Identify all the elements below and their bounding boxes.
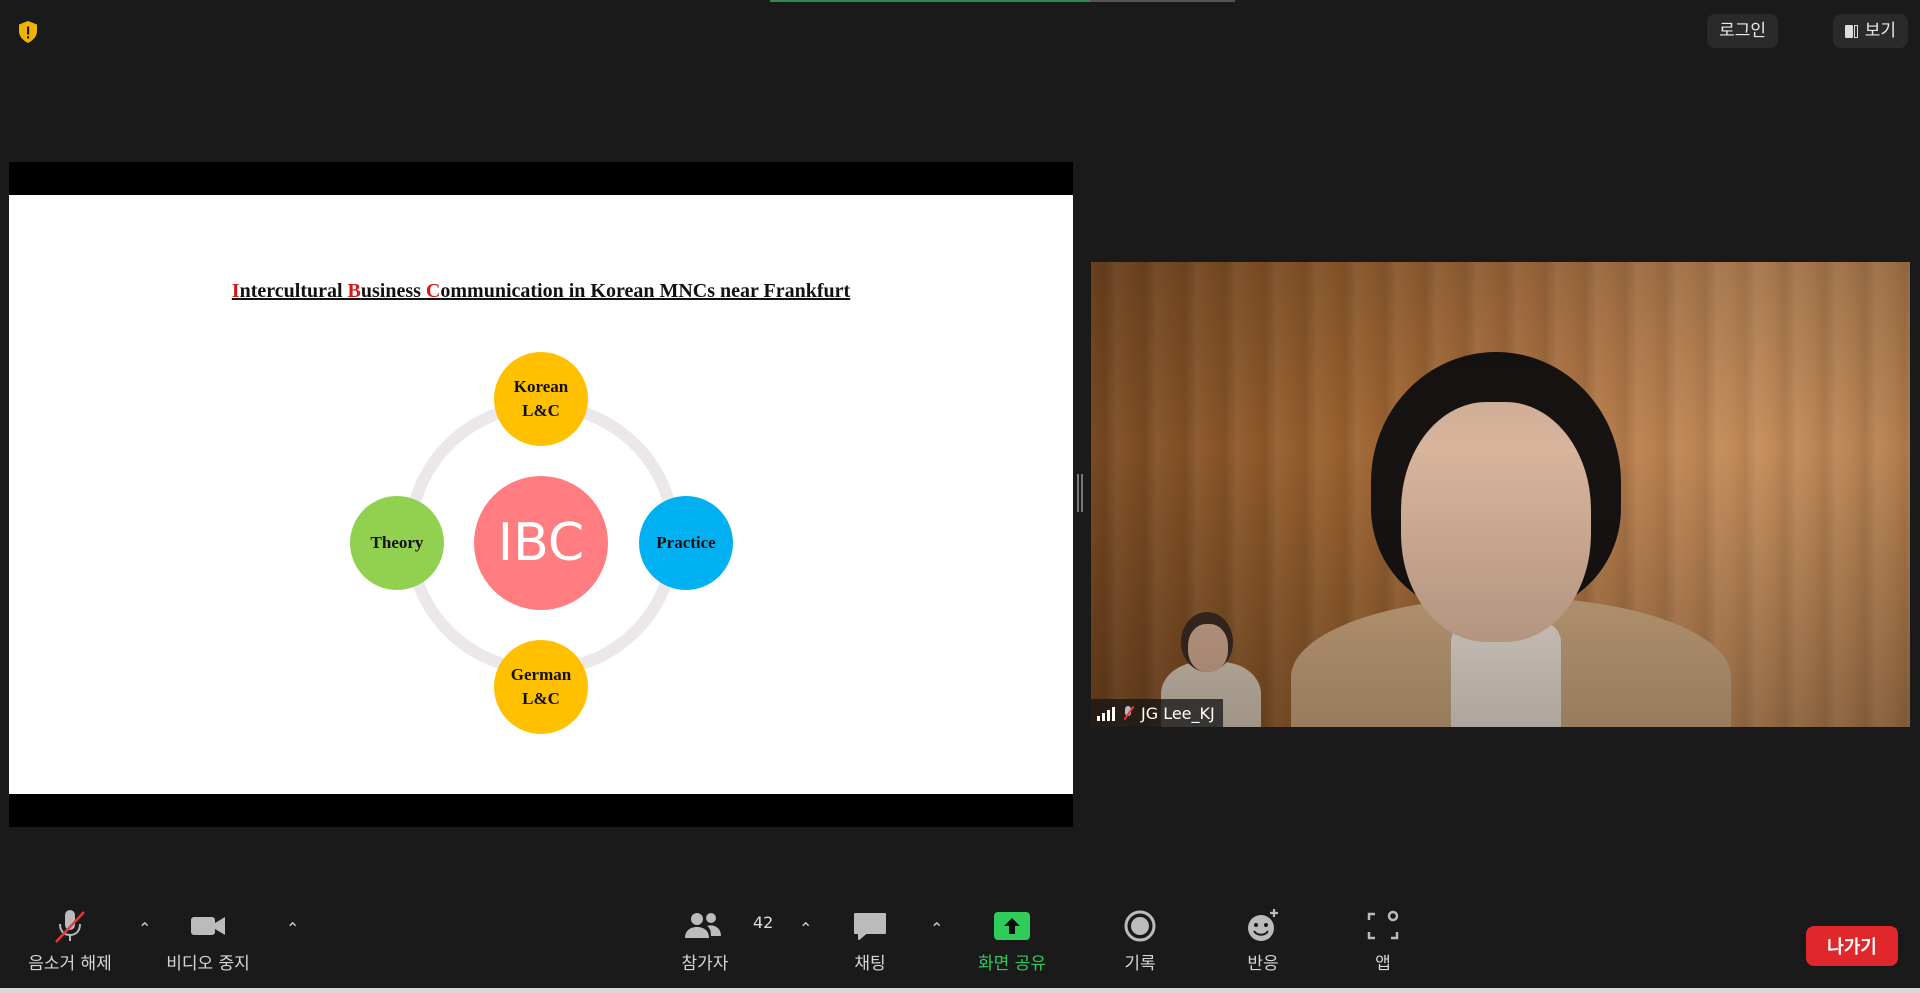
participant-name-tag: JG Lee_KJ: [1091, 699, 1223, 727]
node-practice-label: Practice: [656, 533, 716, 552]
record-label: 기록: [1124, 954, 1156, 974]
unmute-button[interactable]: ⌃ 음소거 해제: [20, 905, 151, 985]
video-camera-icon: [191, 917, 225, 935]
meeting-controls-toolbar: ⌃ 음소거 해제 ⌃ 비디오 중지 42 ⌃ 참가자 ⌃ 채팅 화면 공유 기록…: [0, 905, 1920, 993]
node-ibc-label: IBC: [497, 513, 585, 573]
chat-button[interactable]: ⌃ 채팅: [825, 905, 943, 985]
apps-label: 앱: [1375, 954, 1391, 974]
view-layout-icon: [1844, 23, 1859, 39]
slide-title-part: I: [231, 280, 240, 302]
top-bar: 로그인 보기: [0, 0, 1920, 60]
mic-muted-icon: [1121, 705, 1135, 721]
security-shield-icon[interactable]: [14, 18, 42, 46]
node-german-lc: German L&C: [494, 640, 588, 734]
participants-label: 참가자: [681, 954, 729, 974]
node-practice: Practice: [639, 496, 733, 590]
slide-title-part: ommunication in Korean MNCs near Frankfu…: [440, 280, 851, 302]
slide-title-part: C: [425, 280, 441, 302]
reactions-button[interactable]: 반응: [1218, 905, 1308, 985]
view-button-label: 보기: [1864, 21, 1896, 41]
participants-options-chevron-up-icon[interactable]: ⌃: [799, 919, 812, 938]
node-german-line2: L&C: [522, 689, 560, 708]
presentation-slide: Intercultural Business Communication in …: [9, 195, 1073, 794]
taskbar-edge: [0, 988, 1920, 993]
node-korean-line1: Korean: [513, 377, 569, 396]
participant-name: JG Lee_KJ: [1141, 703, 1215, 723]
node-korean-lc: Korean L&C: [494, 352, 588, 446]
mic-muted-icon: [55, 910, 85, 943]
top-progress-track: [1090, 0, 1235, 2]
audio-options-chevron-up-icon[interactable]: ⌃: [138, 919, 151, 938]
video-shading: [1091, 262, 1910, 727]
unmute-label: 음소거 해제: [28, 954, 112, 974]
record-button[interactable]: 기록: [1095, 905, 1185, 985]
apps-icon: [1367, 910, 1399, 940]
participants-button[interactable]: 42 ⌃ 참가자: [660, 905, 812, 985]
chat-options-chevron-up-icon[interactable]: ⌃: [930, 919, 943, 938]
screen-share-area: Intercultural Business Communication in …: [9, 162, 1073, 827]
node-theory-label: Theory: [370, 533, 424, 552]
slide-title-part: ntercultural: [239, 280, 348, 302]
reaction-smiley-icon: [1248, 909, 1278, 941]
slide-title-part: B: [347, 280, 361, 302]
split-view-resize-handle[interactable]: [1077, 474, 1083, 512]
chat-bubble-icon: [854, 913, 886, 940]
slide-title-part: usiness: [360, 280, 426, 302]
top-progress-indicator: [770, 0, 1090, 2]
node-ibc-center: IBC: [474, 476, 608, 610]
record-icon: [1124, 910, 1156, 942]
leave-meeting-button[interactable]: 나가기: [1806, 926, 1898, 966]
stop-video-button[interactable]: ⌃ 비디오 중지: [158, 905, 299, 985]
video-options-chevron-up-icon[interactable]: ⌃: [286, 919, 299, 938]
signal-strength-icon: [1097, 705, 1115, 721]
share-screen-button[interactable]: 화면 공유: [962, 905, 1062, 985]
share-screen-label: 화면 공유: [978, 954, 1046, 974]
apps-button[interactable]: 앱: [1338, 905, 1428, 985]
stop-video-label: 비디오 중지: [166, 954, 250, 974]
node-theory: Theory: [350, 496, 444, 590]
chat-label: 채팅: [854, 954, 886, 974]
participants-count: 42: [753, 913, 774, 932]
login-button[interactable]: 로그인: [1707, 14, 1778, 48]
participant-video-tile[interactable]: JG Lee_KJ: [1091, 262, 1910, 727]
reactions-label: 반응: [1247, 954, 1279, 974]
node-german-line1: German: [510, 665, 572, 684]
share-screen-arrow-icon: [994, 912, 1030, 940]
view-button[interactable]: 보기: [1832, 14, 1908, 48]
node-korean-line2: L&C: [522, 401, 560, 420]
participants-icon: [685, 913, 721, 938]
slide-title: Intercultural Business Communication in …: [9, 280, 1073, 303]
